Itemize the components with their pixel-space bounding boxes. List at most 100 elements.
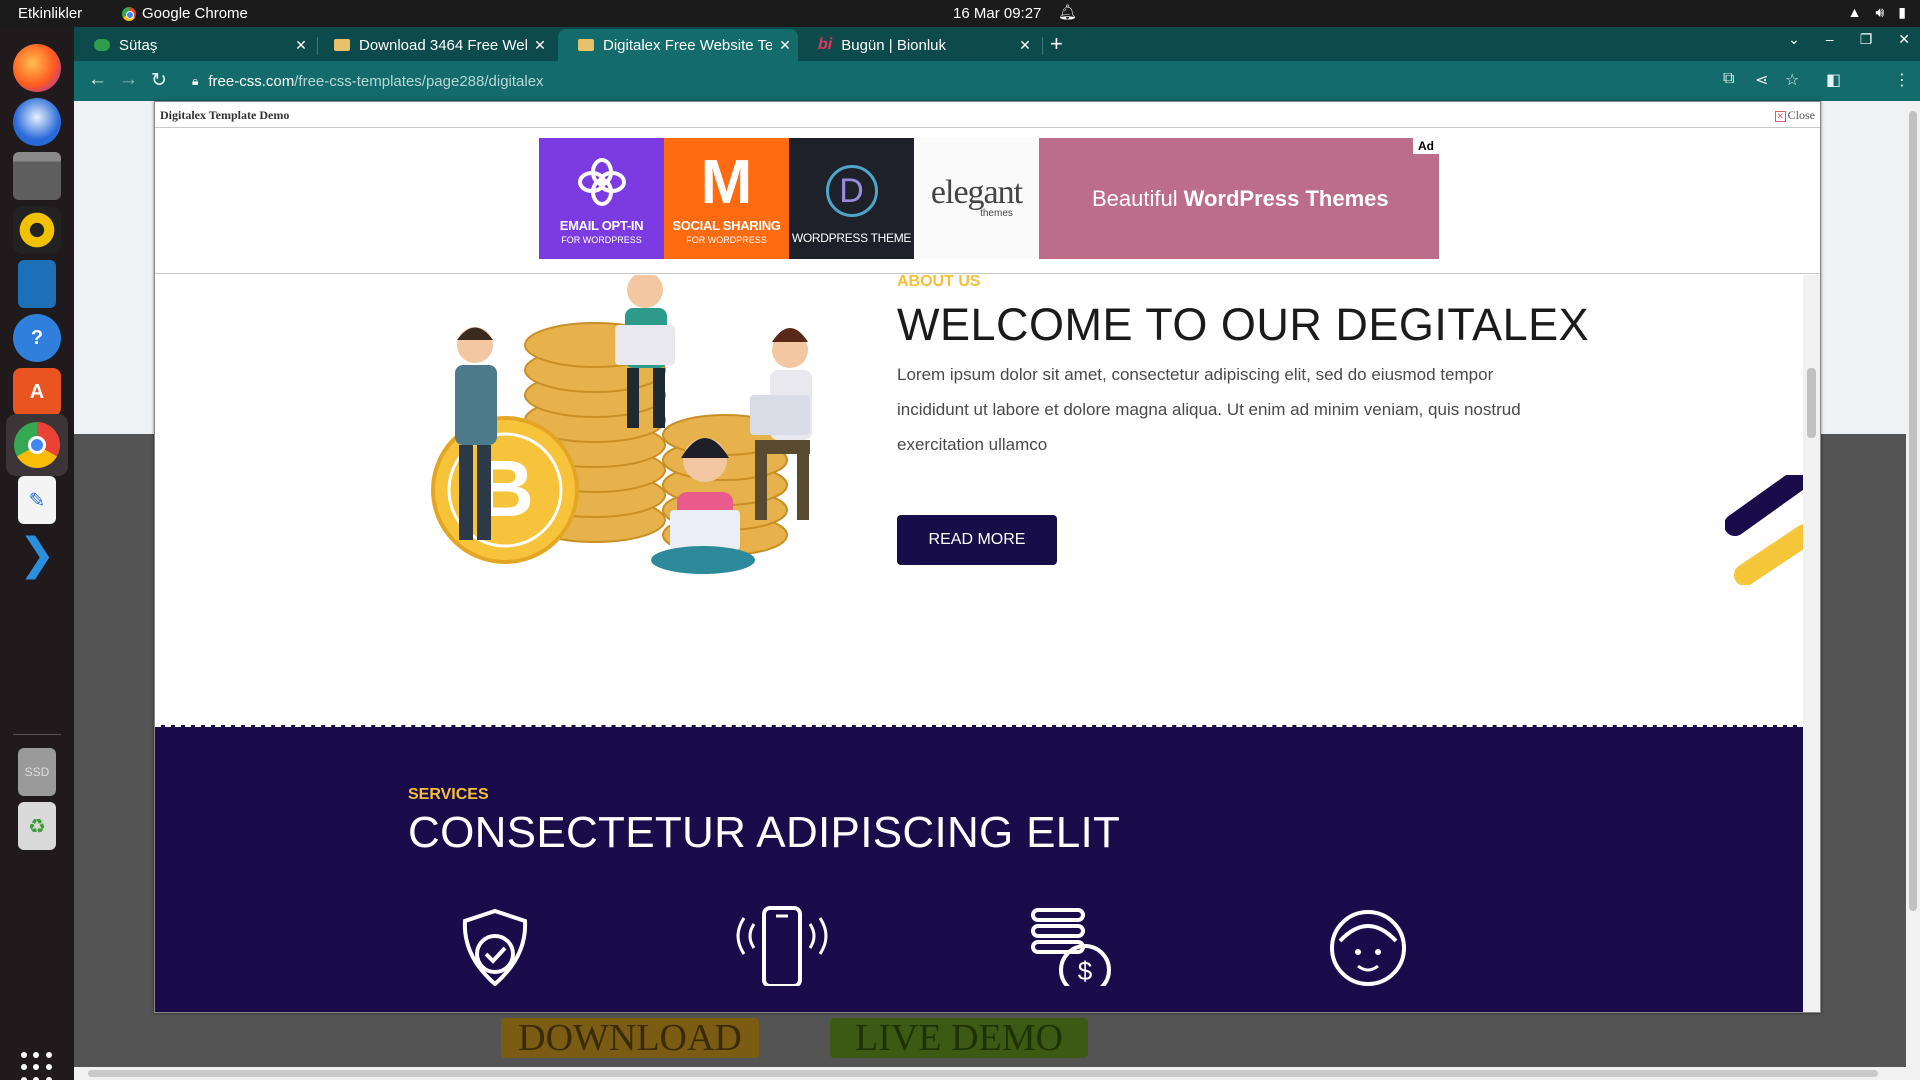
files-icon[interactable] xyxy=(13,152,61,200)
close-tab-icon[interactable]: ✕ xyxy=(527,37,553,54)
ad-badge[interactable]: Ad xyxy=(1413,138,1439,154)
tab-title: Download 3464 Free Web xyxy=(359,36,527,54)
tab-sutas[interactable]: Sütaş ✕ xyxy=(74,29,314,61)
thunderbird-icon[interactable] xyxy=(13,98,61,146)
lock-icon[interactable]: 🔒︎ xyxy=(192,74,198,89)
firefox-icon[interactable] xyxy=(13,44,61,92)
chrome-dock-item[interactable] xyxy=(6,414,68,476)
close-tab-icon[interactable]: ✕ xyxy=(772,37,798,54)
system-tray[interactable]: ▲ 🔊︎ ▮ xyxy=(1848,4,1906,21)
ad-promo-panel[interactable]: Beautiful WordPress Themes Ad xyxy=(1039,138,1439,259)
minimize-icon[interactable]: – xyxy=(1826,31,1834,48)
rhythmbox-icon[interactable] xyxy=(13,206,61,254)
read-more-button[interactable]: READ MORE xyxy=(897,515,1057,565)
volume-icon: 🔊︎ xyxy=(1875,4,1885,20)
tab-title: Digitalex Free Website Te xyxy=(603,36,772,54)
iframe-scrollbar[interactable] xyxy=(1803,275,1820,1012)
side-panel-icon[interactable]: ◧ xyxy=(1826,70,1841,90)
address-bar[interactable]: 🔒︎ free-css.com /free-css-templates/page… xyxy=(184,65,1814,97)
new-tab-button[interactable]: + xyxy=(1050,31,1063,57)
help-icon[interactable]: ? xyxy=(13,314,61,362)
freecss-favicon-icon xyxy=(578,39,594,51)
reload-icon[interactable]: ↻ xyxy=(151,69,167,92)
back-icon[interactable]: ← xyxy=(88,69,107,91)
ad-tile-divi-theme[interactable]: D WORDPRESS THEME xyxy=(789,138,914,259)
clock[interactable]: 16 Mar 09:27 xyxy=(953,5,1041,22)
activities-button[interactable]: Etkinlikler xyxy=(18,5,82,22)
show-apps-icon[interactable] xyxy=(21,1052,53,1080)
trash-icon[interactable]: ♻ xyxy=(18,802,56,850)
software-center-icon[interactable]: A xyxy=(13,368,61,416)
tab-digitalex[interactable]: Digitalex Free Website Te ✕ xyxy=(558,29,798,61)
browser-toolbar: ← → ↻ 🔒︎ free-css.com /free-css-template… xyxy=(74,61,1920,101)
translate-icon[interactable]: ⧉ xyxy=(1723,70,1734,88)
vscode-icon[interactable]: ❯ xyxy=(13,530,61,579)
chrome-icon xyxy=(122,6,136,21)
page-horizontal-scrollbar[interactable] xyxy=(74,1067,1920,1080)
close-tab-icon[interactable]: ✕ xyxy=(1012,37,1038,54)
scrollbar-thumb[interactable] xyxy=(88,1070,1878,1077)
share-icon[interactable]: ⋖ xyxy=(1755,70,1768,90)
crypto-people-illustration: B xyxy=(431,275,812,574)
tab-title: Sütaş xyxy=(119,36,158,54)
ad-tile-email-optin[interactable]: EMAIL OPT-IN FOR WORDPRESS xyxy=(539,138,664,259)
sutas-favicon-icon xyxy=(94,39,110,51)
brand-subtitle: themes xyxy=(980,208,1013,219)
live-demo-button[interactable]: LIVE DEMO xyxy=(830,1018,1088,1058)
writer-icon[interactable] xyxy=(18,260,56,308)
smartphone-signal-icon xyxy=(736,906,828,986)
ssd-drive-icon[interactable]: SSD xyxy=(18,748,56,796)
ad-tile-heading: SOCIAL SHARING xyxy=(672,218,781,233)
window-controls: ⌄ – ❐ ✕ xyxy=(1788,31,1910,48)
user-face-icon xyxy=(1330,910,1406,986)
ad-tile-heading: EMAIL OPT-IN xyxy=(559,218,644,233)
tab-separator xyxy=(1042,37,1043,55)
template-demo-popup: Digitalex Template Demo ✕ Close EMAIL OPT… xyxy=(154,101,1821,1013)
template-iframe: B ABOUT US WELCOME TO OUR DEGITALEX Lore… xyxy=(155,275,1820,1012)
maximize-icon[interactable]: ❐ xyxy=(1860,31,1873,48)
about-label: ABOUT US xyxy=(897,275,981,290)
freecss-favicon-icon xyxy=(334,39,350,51)
popup-titlebar: Digitalex Template Demo ✕ Close xyxy=(155,102,1820,128)
close-label: Close xyxy=(1787,108,1815,122)
scrollbar-thumb[interactable] xyxy=(1909,111,1917,911)
services-title: CONSECTETUR ADIPISCING ELIT xyxy=(408,808,1121,857)
ad-tile-heading: WORDPRESS THEME xyxy=(791,231,912,245)
ad-tile-subheading: FOR WORDPRESS xyxy=(561,235,642,245)
forward-icon[interactable]: → xyxy=(119,69,138,91)
app-name: Google Chrome xyxy=(142,5,248,22)
ad-zone: EMAIL OPT-IN FOR WORDPRESS M SOCIAL SHAR… xyxy=(155,129,1820,274)
promo-light-text: Beautiful xyxy=(1092,185,1178,211)
chrome-logo-icon xyxy=(14,422,60,468)
brand-name: elegant xyxy=(930,174,1023,211)
ad-tile-subheading: FOR WORDPRESS xyxy=(686,235,767,245)
about-title: WELCOME TO OUR DEGITALEX xyxy=(897,299,1590,350)
scrollbar-thumb[interactable] xyxy=(1807,368,1816,438)
bookmark-star-icon[interactable]: ☆ xyxy=(1785,70,1799,90)
close-tab-icon[interactable]: ✕ xyxy=(288,37,314,54)
ad-tile-social-sharing[interactable]: M SOCIAL SHARING FOR WORDPRESS xyxy=(664,138,789,259)
tab-search-icon[interactable]: ⌄ xyxy=(1788,31,1800,48)
tab-strip: Sütaş ✕ Download 3464 Free Web ✕ Digital… xyxy=(74,27,1920,61)
app-menu[interactable]: Google Chrome xyxy=(122,5,248,22)
page-vertical-scrollbar[interactable] xyxy=(1906,101,1920,1067)
tab-bionluk[interactable]: bi Bugün | Bionluk ✕ xyxy=(798,29,1038,61)
dock: ? A ✎ ❯ SSD ♻ xyxy=(0,27,74,1080)
url-path: /free-css-templates/page288/digitalex xyxy=(294,72,544,90)
svg-text:$: $ xyxy=(1078,956,1093,986)
battery-icon: ▮ xyxy=(1898,4,1906,20)
text-editor-icon[interactable]: ✎ xyxy=(18,476,56,524)
elegant-themes-logo[interactable]: elegant themes xyxy=(914,138,1039,259)
tab-download[interactable]: Download 3464 Free Web ✕ xyxy=(314,29,553,61)
services-section: SERVICES CONSECTETUR ADIPISCING ELIT $ xyxy=(155,728,1803,1012)
system-top-bar: Etkinlikler Google Chrome 16 Mar 09:27 🔔… xyxy=(0,0,1920,27)
close-window-icon[interactable]: ✕ xyxy=(1898,31,1910,48)
wifi-icon: ▲ xyxy=(1847,4,1862,20)
ad-banner[interactable]: EMAIL OPT-IN FOR WORDPRESS M SOCIAL SHAR… xyxy=(539,138,1439,259)
download-button[interactable]: DOWNLOAD xyxy=(501,1018,759,1058)
popup-title: Digitalex Template Demo xyxy=(160,108,290,122)
dock-separator xyxy=(13,734,61,735)
popup-close-button[interactable]: ✕ Close xyxy=(1774,108,1815,123)
close-icon: ✕ xyxy=(1774,111,1786,122)
menu-kebab-icon[interactable]: ⋮ xyxy=(1894,70,1910,90)
